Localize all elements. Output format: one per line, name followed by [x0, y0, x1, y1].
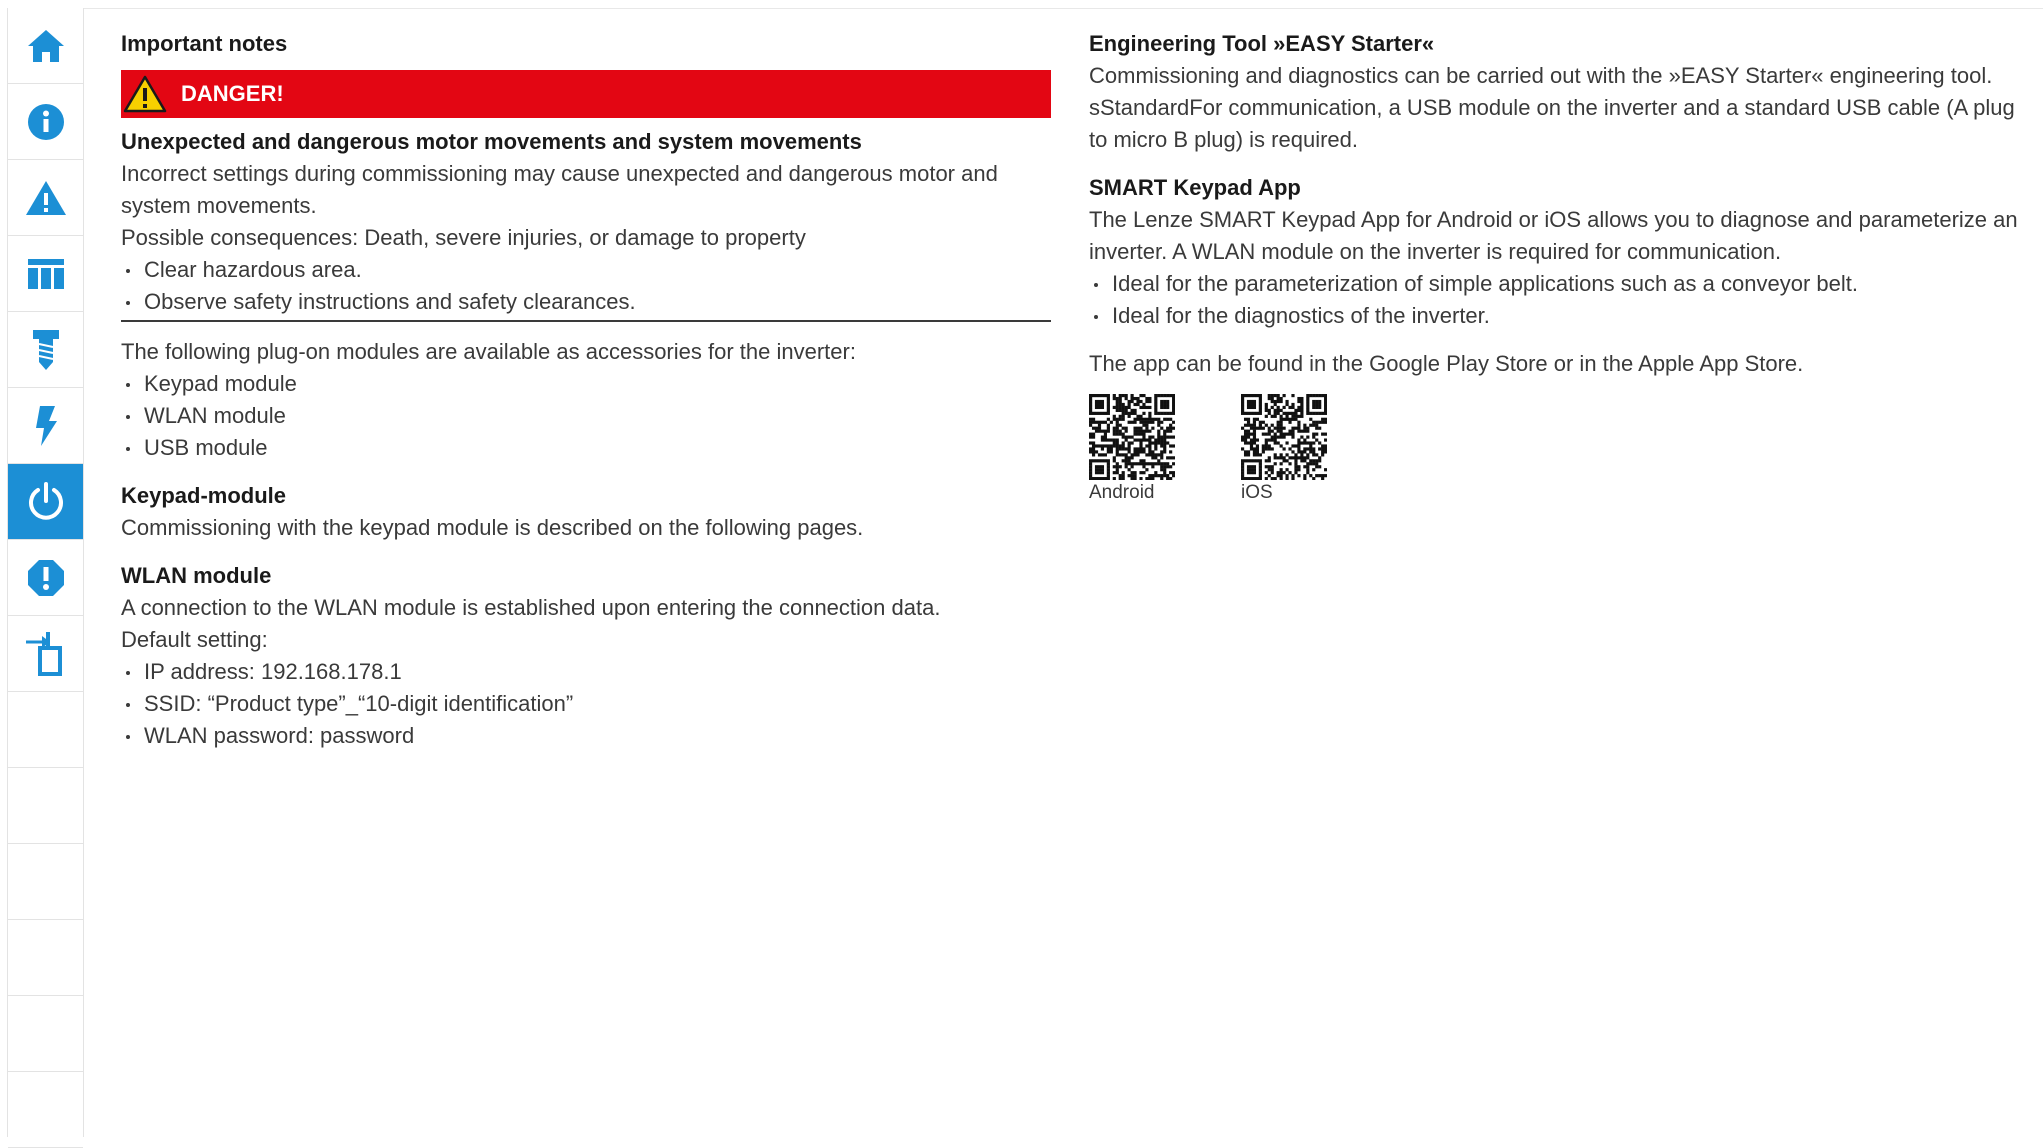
nav-commissioning[interactable]: [8, 464, 83, 540]
info-icon: [27, 103, 64, 140]
list-item: WLAN module: [121, 400, 1051, 432]
list-item: Keypad module: [121, 368, 1051, 400]
qr-ios[interactable]: iOS: [1241, 394, 1393, 504]
top-divider: [82, 8, 2043, 9]
alert-octagon-icon: [27, 559, 64, 596]
qr-caption-android: Android: [1089, 482, 1155, 503]
nav-troubleshooting[interactable]: [8, 540, 83, 616]
qr-code-ios: [1241, 394, 1327, 480]
right-column: Engineering Tool »EASY Starter« Commissi…: [1089, 28, 2029, 504]
qr-code-android: [1089, 394, 1175, 480]
wlan-text: A connection to the WLAN module is estab…: [121, 595, 941, 620]
danger-heading: Unexpected and dangerous motor movements…: [121, 129, 862, 154]
modules-intro: The following plug-on modules are availa…: [121, 339, 856, 364]
list-item: WLAN password: password: [121, 720, 1051, 752]
modules-section: The following plug-on modules are availa…: [121, 336, 1051, 464]
screw-icon: [32, 329, 59, 370]
danger-banner: DANGER!: [121, 70, 1051, 118]
nav-empty-5: [8, 996, 83, 1072]
sidebar-nav: [7, 8, 84, 1148]
nav-table[interactable]: [8, 236, 83, 312]
nav-empty-2: [8, 768, 83, 844]
table-icon: [27, 258, 64, 289]
list-item: Ideal for the parameterization of simple…: [1089, 268, 2029, 300]
import-icon: [25, 631, 62, 676]
notes-title: Important notes: [121, 31, 288, 56]
danger-text: Incorrect settings during commissioning …: [121, 161, 998, 218]
nav-home[interactable]: [8, 8, 83, 84]
danger-label: DANGER!: [181, 81, 284, 106]
danger-warning-icon: [123, 75, 167, 113]
danger-body: Unexpected and dangerous motor movements…: [121, 126, 1051, 322]
wlan-default: Default setting:: [121, 627, 268, 652]
nav-mounting[interactable]: [8, 312, 83, 388]
nav-import[interactable]: [8, 616, 83, 692]
smart-keypad-section: SMART Keypad App The Lenze SMART Keypad …: [1089, 172, 2029, 332]
left-column: Important notes DANGER! Unexpected and d…: [121, 28, 1051, 768]
list-item: Clear hazardous area.: [121, 254, 1051, 286]
nav-warnings[interactable]: [8, 160, 83, 236]
wlan-settings-list: IP address: 192.168.178.1 SSID: “Product…: [121, 656, 1051, 752]
smart-list: Ideal for the parameterization of simple…: [1089, 268, 2029, 332]
qr-android[interactable]: Android: [1089, 394, 1241, 504]
nav-empty-4: [8, 920, 83, 996]
easy-text: Commissioning and diagnostics can be car…: [1089, 63, 2015, 152]
list-item: SSID: “Product type”_“10-digit identific…: [121, 688, 1051, 720]
smart-text: The Lenze SMART Keypad App for Android o…: [1089, 207, 2018, 264]
danger-measures-list: Clear hazardous area. Observe safety ins…: [121, 254, 1051, 318]
modules-list: Keypad module WLAN module USB module: [121, 368, 1051, 464]
nav-empty-3: [8, 844, 83, 920]
list-item: IP address: 192.168.178.1: [121, 656, 1051, 688]
qr-caption-ios: iOS: [1241, 482, 1273, 503]
wlan-section: WLAN module A connection to the WLAN mod…: [121, 560, 1051, 752]
smart-title: SMART Keypad App: [1089, 175, 1301, 200]
store-text: The app can be found in the Google Play …: [1089, 351, 1804, 376]
keypad-title: Keypad-module: [121, 483, 287, 508]
qr-codes: Android iOS: [1089, 394, 2029, 504]
lightning-icon: [35, 405, 57, 446]
list-item: Ideal for the diagnostics of the inverte…: [1089, 300, 2029, 332]
wlan-title: WLAN module: [121, 563, 272, 588]
power-icon: [28, 481, 63, 520]
home-icon: [27, 29, 64, 62]
easy-starter-section: Engineering Tool »EASY Starter« Commissi…: [1089, 28, 2029, 156]
easy-title: Engineering Tool »EASY Starter«: [1089, 31, 1435, 56]
list-item: Observe safety instructions and safety c…: [121, 286, 1051, 318]
nav-empty-1: [8, 692, 83, 768]
nav-info[interactable]: [8, 84, 83, 160]
keypad-section: Keypad-module Commissioning with the key…: [121, 480, 1051, 544]
list-item: USB module: [121, 432, 1051, 464]
nav-electrical[interactable]: [8, 388, 83, 464]
consequences-text: Possible consequences: Death, severe inj…: [121, 225, 806, 250]
keypad-text: Commissioning with the keypad module is …: [121, 515, 864, 540]
warning-icon: [25, 180, 66, 215]
